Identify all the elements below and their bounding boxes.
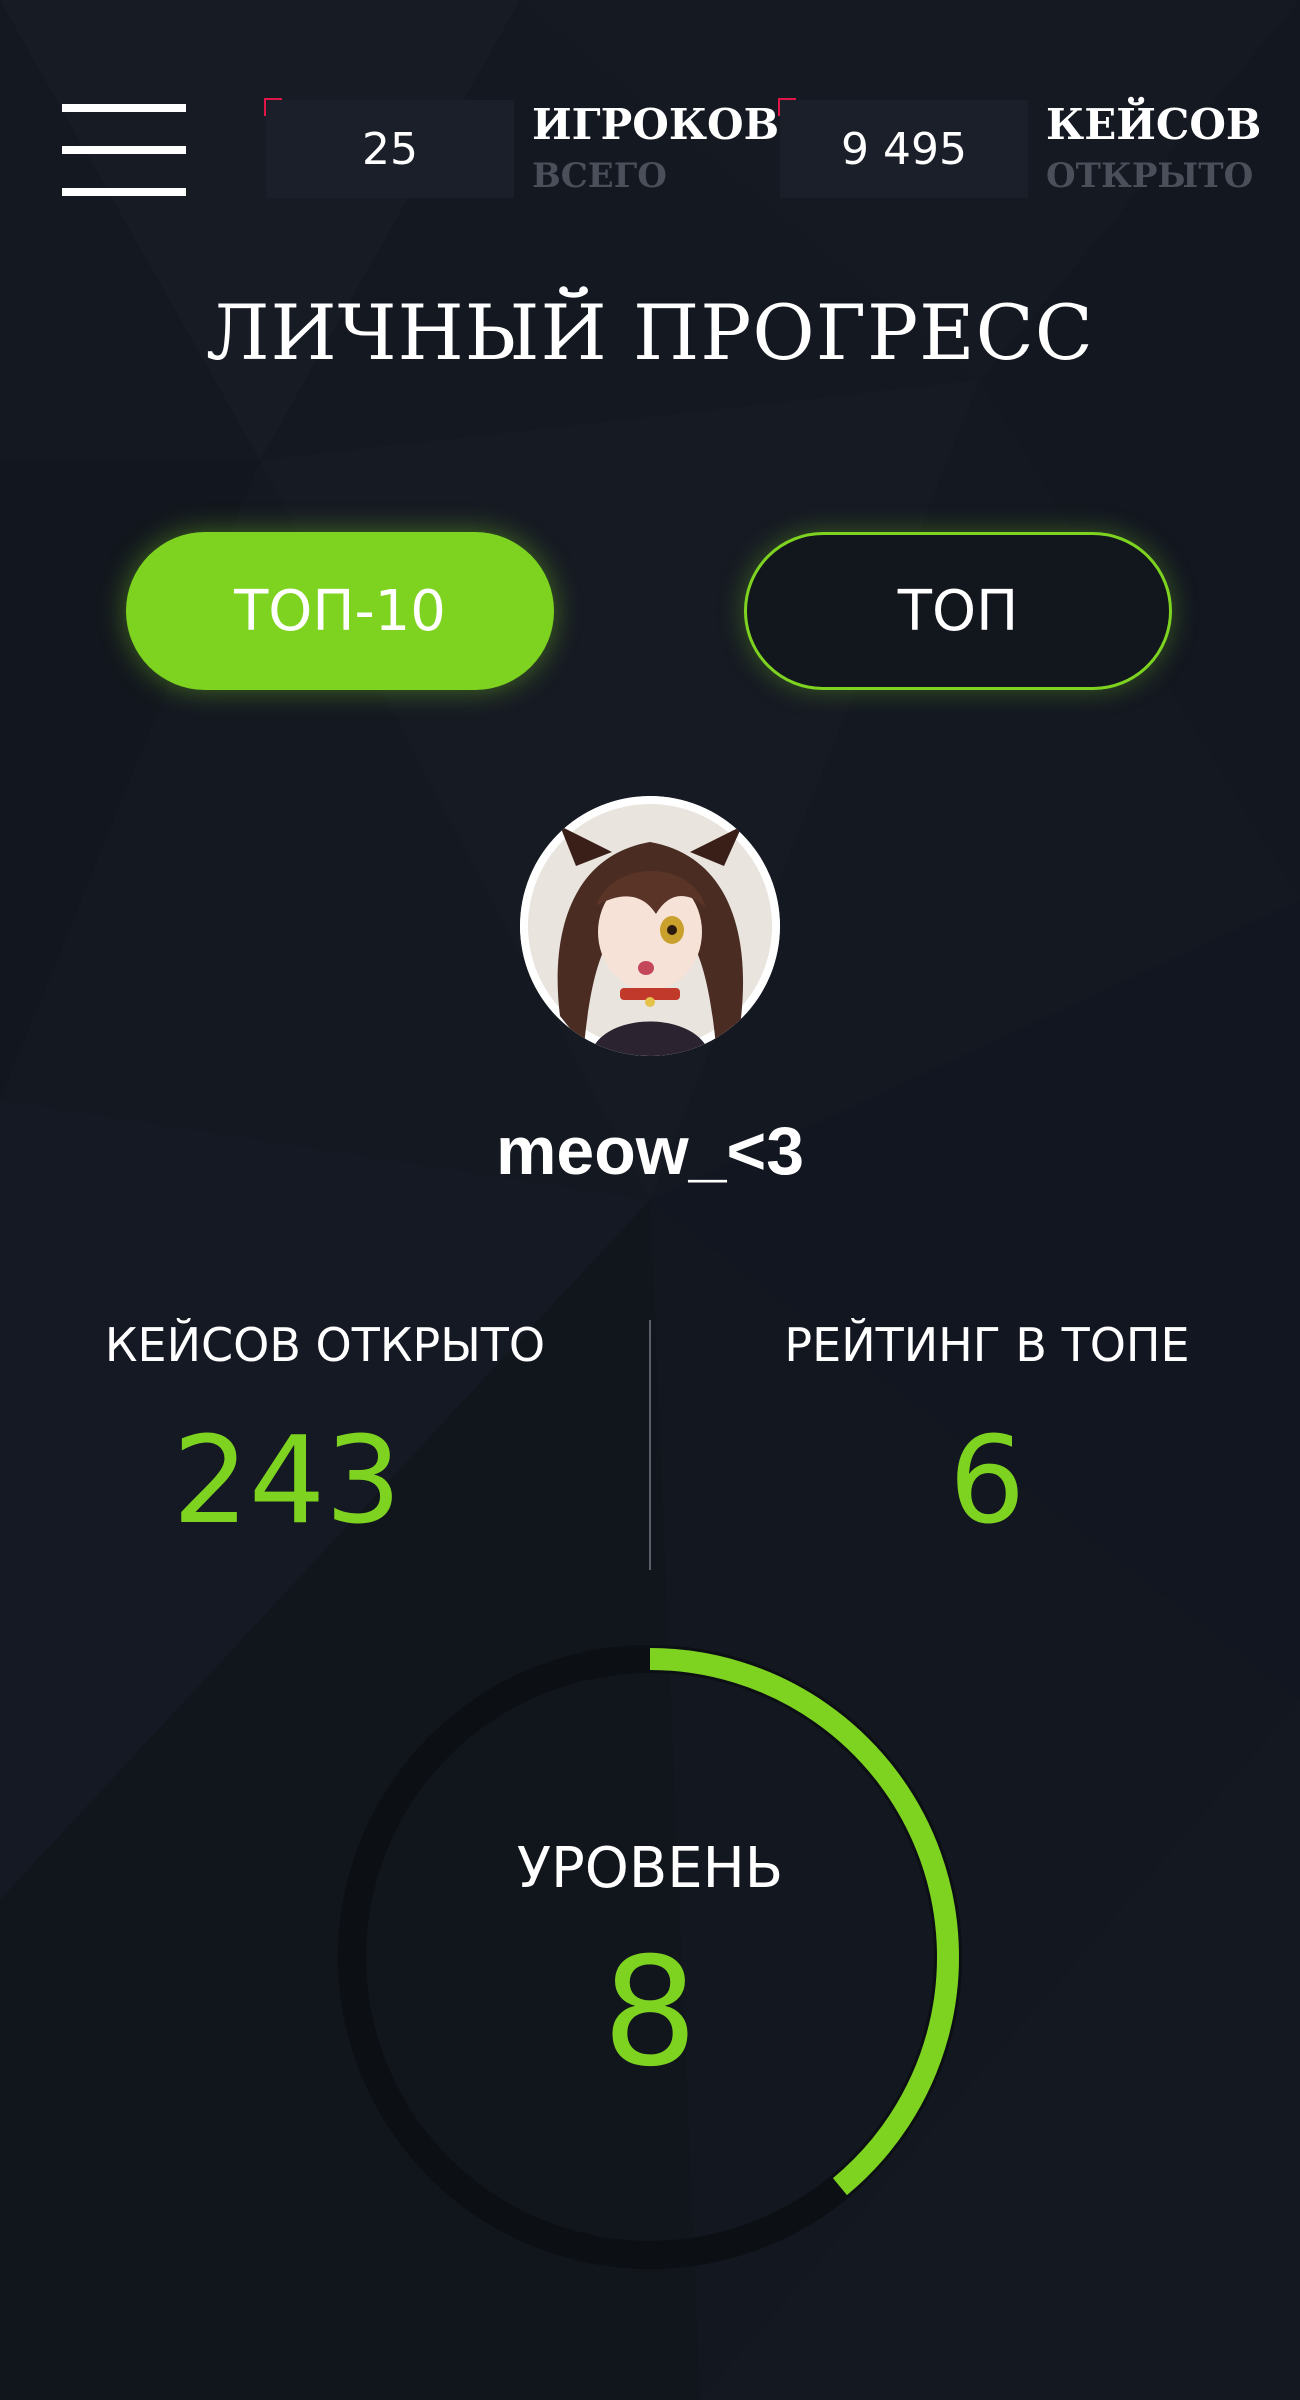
tab-top[interactable]: ТОП — [744, 532, 1172, 690]
tab-label: ТОП — [897, 578, 1019, 644]
players-count-box: 25 — [266, 100, 514, 198]
players-title: ИГРОКОВ — [532, 100, 780, 149]
cases-subtitle: ОТКРЫТО — [1046, 156, 1254, 196]
username: meow_<3 — [495, 1113, 805, 1189]
tab-label: ТОП-10 — [234, 578, 446, 644]
menu-line — [62, 146, 186, 154]
page-title: ЛИЧНЫЙ ПРОГРЕСС — [206, 288, 1094, 377]
cases-opened-value: 243 — [172, 1412, 402, 1551]
level-value: 8 — [602, 1926, 698, 2100]
stats-divider — [649, 1320, 651, 1570]
rating-label: РЕЙТИНГ В ТОПЕ — [784, 1318, 1190, 1372]
menu-line — [62, 104, 186, 112]
cases-opened-label: КЕЙСОВ ОТКРЫТО — [104, 1318, 546, 1372]
rating-value: 6 — [948, 1412, 1026, 1551]
hamburger-menu-icon[interactable] — [62, 104, 186, 196]
cases-count: 9 495 — [841, 123, 967, 175]
avatar-image — [520, 796, 780, 1056]
cases-title: КЕЙСОВ — [1046, 100, 1262, 149]
level-progress-arc — [649, 1648, 959, 2196]
players-subtitle: ВСЕГО — [532, 156, 667, 196]
avatar[interactable] — [520, 796, 780, 1056]
cases-count-box: 9 495 — [780, 100, 1028, 198]
tab-top-10[interactable]: ТОП-10 — [126, 532, 554, 690]
players-count: 25 — [362, 123, 418, 175]
level-label: УРОВЕНЬ — [516, 1836, 784, 1901]
menu-line — [62, 188, 186, 196]
